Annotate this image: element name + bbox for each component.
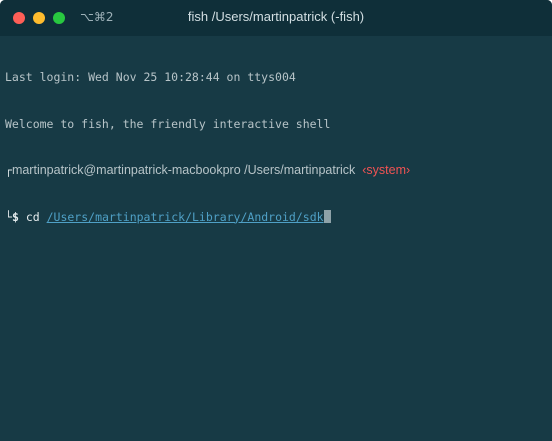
welcome-line: Welcome to fish, the friendly interactiv… <box>5 116 331 131</box>
prompt-top-corner-icon: ┌ <box>5 163 12 177</box>
prompt-system-tag: ‹system› <box>362 163 411 177</box>
command-line[interactable]: └$ cd /Users/martinpatrick/Library/Andro… <box>5 209 410 226</box>
terminal-output[interactable]: Last login: Wed Nov 25 10:28:44 on ttys0… <box>5 39 410 256</box>
terminal-window: ⌥⌘2 fish /Users/martinpatrick (-fish) La… <box>0 0 552 441</box>
text-cursor <box>323 209 331 223</box>
prompt-symbol: $ <box>11 209 19 224</box>
command-name: cd <box>25 209 40 224</box>
title-bar[interactable]: ⌥⌘2 fish /Users/martinpatrick (-fish) <box>0 0 552 36</box>
command-path-argument[interactable]: /Users/martinpatrick/Library/Android/sdk <box>47 210 324 224</box>
prompt-cwd: /Users/martinpatrick <box>244 163 356 177</box>
prompt-user-host: martinpatrick@martinpatrick-macbookpro <box>11 163 241 177</box>
window-title: fish /Users/martinpatrick (-fish) <box>187 9 365 24</box>
last-login-line: Last login: Wed Nov 25 10:28:44 on ttys0… <box>5 70 296 84</box>
prompt-bottom-corner-icon: └ <box>5 209 12 224</box>
prompt-line: ┌martinpatrick@martinpatrick-macbookpro … <box>5 163 410 179</box>
